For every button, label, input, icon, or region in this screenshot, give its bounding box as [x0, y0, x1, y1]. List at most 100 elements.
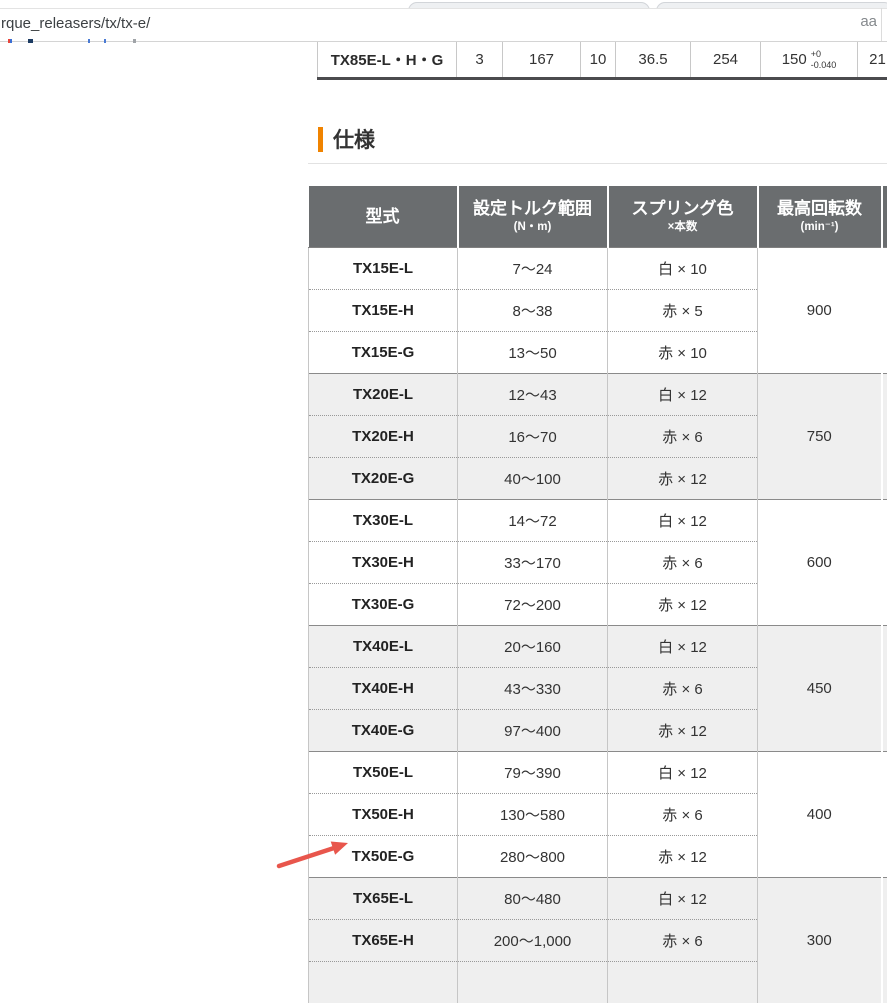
spec-cell-model: TX20E-L [309, 374, 458, 416]
spec-table: 型式設定トルク範囲(N・m)スプリング色×本数最高回転数(min⁻¹) TX15… [308, 186, 887, 1003]
dimensions-cell: 36.5 [615, 42, 690, 77]
spec-cell-spring: 赤 × 12 [608, 458, 758, 500]
spec-cell-torque: 12〜43 [458, 374, 608, 416]
spec-cell-torque: 79〜390 [458, 752, 608, 794]
spec-header-col-0: 型式 [309, 186, 458, 248]
spec-cell-model: TX15E-H [309, 290, 458, 332]
window-edge-divider [881, 8, 882, 41]
spec-row: TX30E-L14〜72白 × 12600 [309, 500, 887, 542]
dimensions-cell: 167 [502, 42, 580, 77]
spec-cell-max-rpm: 900 [758, 248, 882, 374]
spec-table-wrap: 型式設定トルク範囲(N・m)スプリング色×本数最高回転数(min⁻¹) TX15… [308, 186, 887, 1003]
spec-cell-max-rpm: 400 [758, 752, 882, 878]
spec-cell-torque: 7〜24 [458, 248, 608, 290]
spec-cell-max-rpm: 450 [758, 626, 882, 752]
spec-row: TX65E-L80〜480白 × 12300 [309, 878, 887, 920]
spec-cell-model: TX50E-L [309, 752, 458, 794]
dimensions-cell: 150+0-0.040 [760, 42, 857, 77]
spec-cell-spring: 白 × 12 [608, 626, 758, 668]
bookmark-favicon-fragment[interactable] [8, 39, 12, 43]
spec-cell-torque: 130〜580 [458, 794, 608, 836]
dimensions-cell: 3 [456, 42, 502, 77]
spec-cell-torque: 72〜200 [458, 584, 608, 626]
spec-cell-spring: 赤 × 5 [608, 290, 758, 332]
address-url-text[interactable]: rque_releasers/tx/tx-e/ [1, 15, 150, 32]
dimensions-cell: 254 [690, 42, 760, 77]
spec-row: TX15E-L7〜24白 × 10900 [309, 248, 887, 290]
spec-cell-sliver [882, 500, 887, 626]
spec-cell-model: TX50E-H [309, 794, 458, 836]
spec-cell-max-rpm: 750 [758, 374, 882, 500]
spec-cell-torque: 13〜50 [458, 332, 608, 374]
spec-cell-model: TX40E-G [309, 710, 458, 752]
dimensions-cell: 10 [580, 42, 615, 77]
spec-cell-torque: 16〜70 [458, 416, 608, 458]
spec-cell-model: TX20E-G [309, 458, 458, 500]
section-title: 仕様 [333, 124, 375, 154]
bookmark-favicon-fragment[interactable] [104, 39, 106, 43]
spec-cell-spring: 赤 × 10 [608, 332, 758, 374]
browser-toolbar: rque_releasers/tx/tx-e/ aa [0, 9, 887, 42]
spec-cell-sliver [882, 626, 887, 752]
tolerance-stack: +0-0.040 [811, 49, 837, 70]
dimensions-cell: TX85E-L・H・G [317, 42, 456, 77]
spec-cell-model: TX40E-L [309, 626, 458, 668]
bookmark-favicon-fragment[interactable] [88, 39, 90, 43]
spec-cell-max-rpm: 600 [758, 500, 882, 626]
spec-cell-spring: 赤 × 12 [608, 836, 758, 878]
spec-cell-spring: 赤 × 12 [608, 710, 758, 752]
spec-cell-torque: 280〜800 [458, 836, 608, 878]
spec-cell-spring: 白 × 12 [608, 500, 758, 542]
browser-tab[interactable] [656, 2, 887, 9]
bookmark-favicon-fragment[interactable] [133, 39, 136, 43]
spec-header-col-2: スプリング色×本数 [608, 186, 758, 248]
spec-cell-model: TX65E-L [309, 878, 458, 920]
section-divider [308, 163, 887, 164]
spec-cell-sliver [882, 752, 887, 878]
spec-cell-torque [458, 962, 608, 1003]
spec-cell-torque: 14〜72 [458, 500, 608, 542]
spec-cell-spring: 白 × 12 [608, 374, 758, 416]
spec-cell-spring: 赤 × 6 [608, 794, 758, 836]
spec-cell-model: TX20E-H [309, 416, 458, 458]
spec-cell-spring: 白 × 12 [608, 752, 758, 794]
spec-cell-spring: 赤 × 6 [608, 668, 758, 710]
spec-cell-spring: 赤 × 6 [608, 542, 758, 584]
spec-cell-torque: 80〜480 [458, 878, 608, 920]
spec-row: TX20E-L12〜43白 × 12750 [309, 374, 887, 416]
browser-tab[interactable] [408, 2, 650, 9]
spec-cell-sliver [882, 878, 887, 1003]
spec-cell-spring: 赤 × 6 [608, 416, 758, 458]
spec-header-sliver [882, 186, 887, 248]
spec-cell-model: TX30E-H [309, 542, 458, 584]
spec-cell-spring: 白 × 10 [608, 248, 758, 290]
dimensions-cell: 21 [857, 42, 887, 77]
bookmark-favicon-fragment[interactable] [28, 39, 33, 43]
spec-cell-model: TX65E-H [309, 920, 458, 962]
spec-cell-model: TX50E-G [309, 836, 458, 878]
spec-cell-sliver [882, 248, 887, 374]
spec-header-col-1: 設定トルク範囲(N・m) [458, 186, 608, 248]
section-accent-bar [318, 127, 323, 152]
toolbar-right-text: aa [860, 13, 877, 30]
browser-tab-strip [0, 0, 887, 9]
spec-cell-torque: 20〜160 [458, 626, 608, 668]
spec-cell-torque: 200〜1,000 [458, 920, 608, 962]
spec-cell-spring: 赤 × 6 [608, 920, 758, 962]
spec-row: TX40E-L20〜160白 × 12450 [309, 626, 887, 668]
spec-cell-model: TX30E-L [309, 500, 458, 542]
dimensions-table-row: TX85E-L・H・G31671036.5254150+0-0.04021 [317, 42, 887, 80]
spec-cell-torque: 40〜100 [458, 458, 608, 500]
spec-cell-model: TX40E-H [309, 668, 458, 710]
page: { "browser": { "url_fragment": "rque_rel… [0, 0, 887, 940]
spec-cell-model: TX15E-L [309, 248, 458, 290]
spec-cell-sliver [882, 374, 887, 500]
spec-cell-torque: 33〜170 [458, 542, 608, 584]
spec-cell-model [309, 962, 458, 1003]
spec-cell-torque: 43〜330 [458, 668, 608, 710]
spec-header-col-3: 最高回転数(min⁻¹) [758, 186, 882, 248]
spec-cell-max-rpm: 300 [758, 878, 882, 1003]
spec-cell-torque: 97〜400 [458, 710, 608, 752]
tolerance-nominal: 150 [782, 51, 807, 68]
spec-cell-torque: 8〜38 [458, 290, 608, 332]
